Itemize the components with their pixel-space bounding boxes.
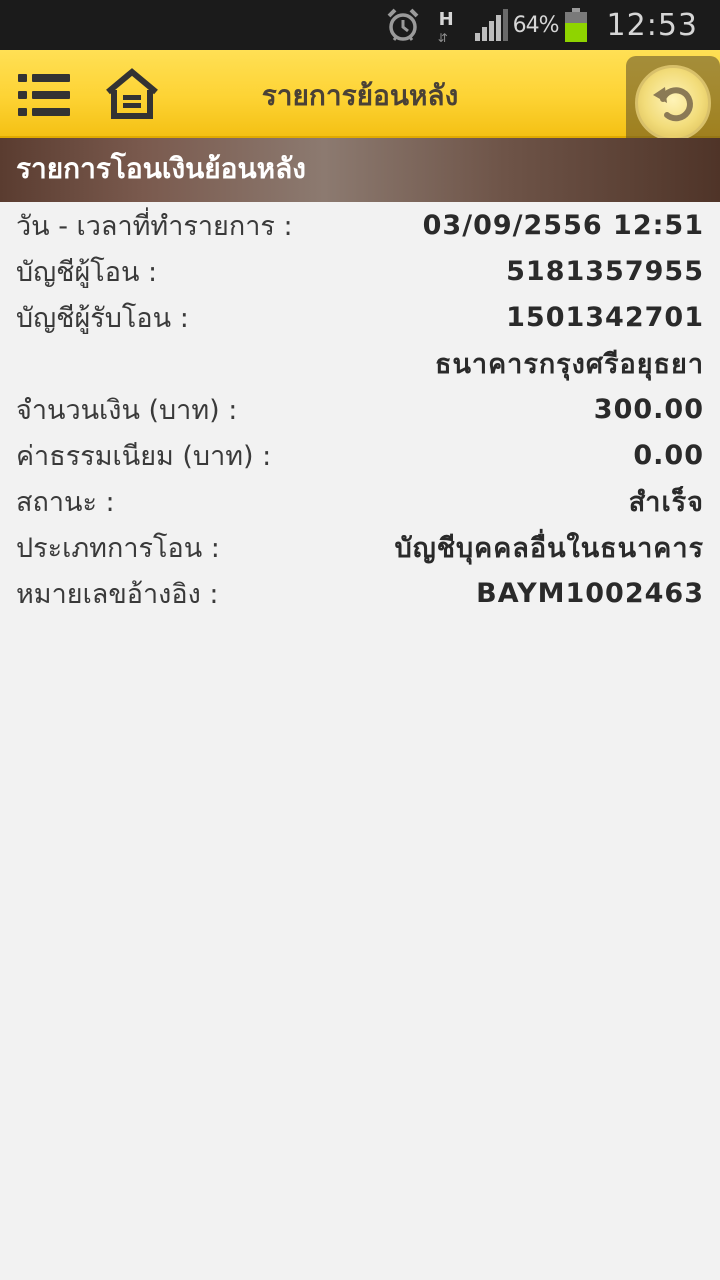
home-button[interactable] bbox=[104, 68, 160, 120]
detail-row-from-account: บัญชีผู้โอน : 5181357955 bbox=[0, 248, 720, 294]
detail-row-status: สถานะ : สำเร็จ bbox=[0, 478, 720, 524]
status-clock: 12:53 bbox=[606, 7, 698, 43]
section-title: รายการโอนเงินย้อนหลัง bbox=[0, 138, 720, 202]
status-bar: H ⇵ 64% 12:53 bbox=[0, 0, 720, 50]
detail-row-transfer-type: ประเภทการโอน : บัญชีบุคคลอื่นในธนาคาร bbox=[0, 524, 720, 570]
to-bank-value: ธนาคารกรุงศรีอยุธยา bbox=[435, 348, 704, 380]
fee-value: 0.00 bbox=[633, 439, 704, 471]
reference-value: BAYM1002463 bbox=[476, 577, 704, 609]
datetime-value: 03/09/2556 12:51 bbox=[422, 209, 704, 241]
transfer-details: วัน - เวลาที่ทำรายการ : 03/09/2556 12:51… bbox=[0, 202, 720, 616]
amount-value: 300.00 bbox=[593, 393, 704, 425]
battery-level-fill bbox=[564, 23, 587, 42]
back-arrow-icon bbox=[635, 65, 711, 141]
app-header: รายการย้อนหลัง bbox=[0, 50, 720, 150]
detail-row-fee: ค่าธรรมเนียม (บาท) : 0.00 bbox=[0, 432, 720, 478]
alarm-clock-icon bbox=[385, 7, 421, 43]
signal-strength-icon bbox=[474, 9, 509, 41]
amount-label: จำนวนเงิน (บาท) : bbox=[16, 394, 238, 426]
to-account-label: บัญชีผู้รับโอน : bbox=[16, 302, 189, 334]
battery-percent: 64% bbox=[512, 12, 560, 38]
home-icon bbox=[104, 68, 160, 120]
header-title: รายการย้อนหลัง bbox=[261, 79, 459, 112]
battery-icon bbox=[564, 8, 587, 42]
transfer-type-value: บัญชีบุคคลอื่นในธนาคาร bbox=[394, 532, 704, 564]
detail-row-datetime: วัน - เวลาที่ทำรายการ : 03/09/2556 12:51 bbox=[0, 202, 720, 248]
to-account-value: 1501342701 bbox=[506, 301, 704, 333]
detail-row-to-bank: ธนาคารกรุงศรีอยุธยา bbox=[0, 340, 720, 386]
network-type-label: H bbox=[438, 9, 454, 30]
back-button[interactable] bbox=[626, 56, 720, 150]
network-type-icon: H ⇵ bbox=[435, 7, 461, 45]
status-value: สำเร็จ bbox=[628, 486, 704, 518]
transfer-type-label: ประเภทการโอน : bbox=[16, 532, 220, 564]
detail-row-reference: หมายเลขอ้างอิง : BAYM1002463 bbox=[0, 570, 720, 616]
from-account-value: 5181357955 bbox=[506, 255, 704, 287]
menu-button[interactable] bbox=[18, 74, 70, 116]
fee-label: ค่าธรรมเนียม (บาท) : bbox=[16, 440, 272, 472]
data-arrows-icon: ⇵ bbox=[437, 31, 448, 45]
datetime-label: วัน - เวลาที่ทำรายการ : bbox=[16, 210, 293, 242]
detail-row-to-account: บัญชีผู้รับโอน : 1501342701 bbox=[0, 294, 720, 340]
detail-row-amount: จำนวนเงิน (บาท) : 300.00 bbox=[0, 386, 720, 432]
reference-label: หมายเลขอ้างอิง : bbox=[16, 578, 219, 610]
status-label: สถานะ : bbox=[16, 486, 115, 518]
from-account-label: บัญชีผู้โอน : bbox=[16, 256, 158, 288]
